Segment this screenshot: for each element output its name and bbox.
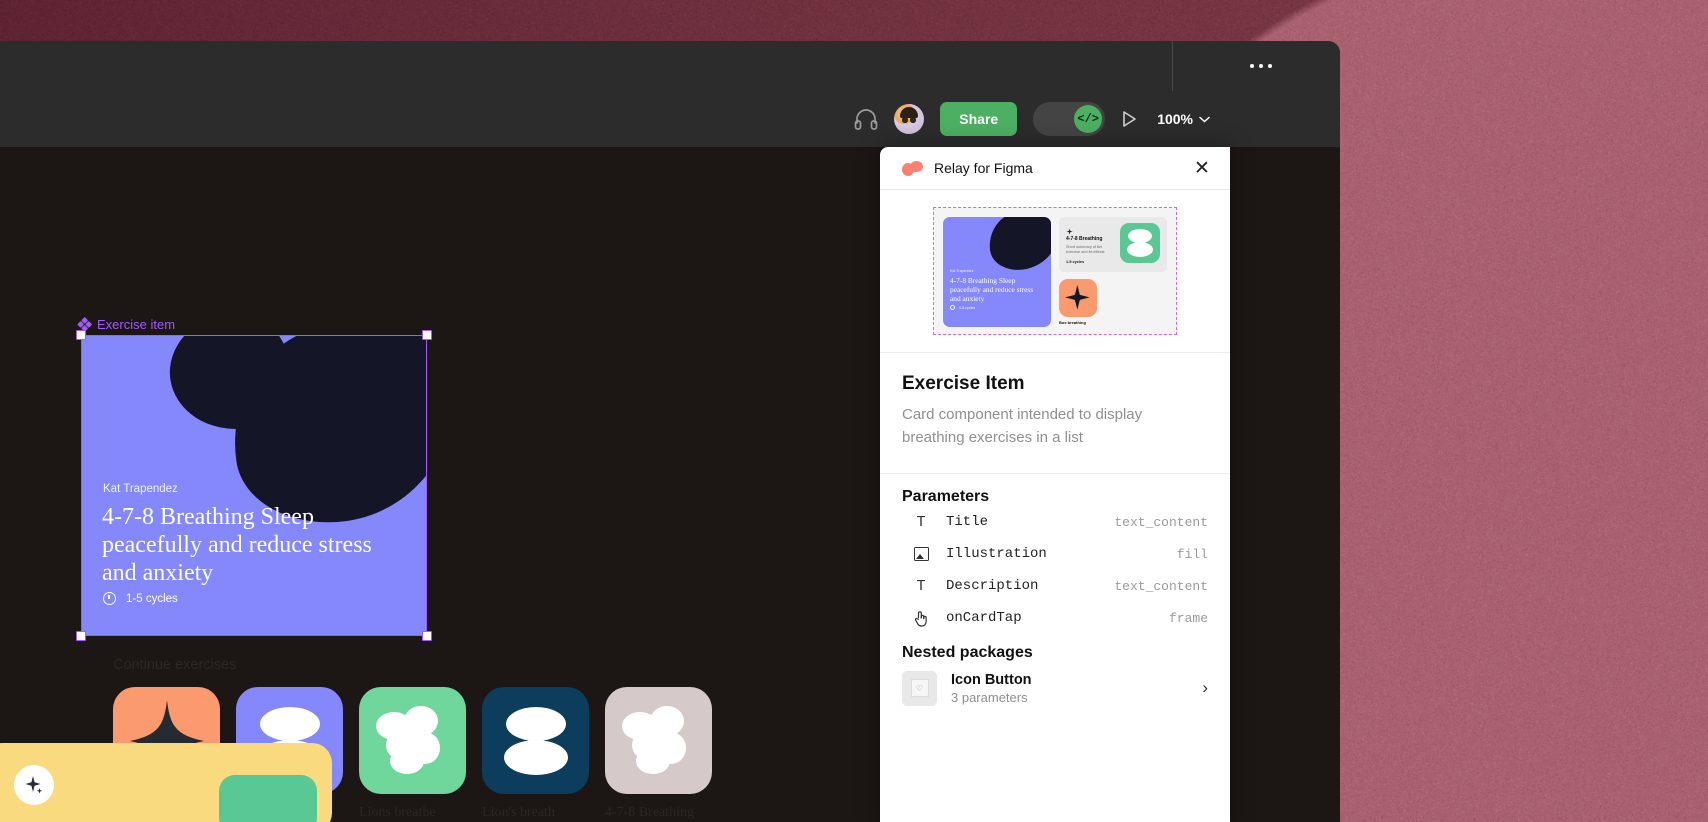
ellipsis-icon[interactable]: [1182, 41, 1340, 91]
preview-card-headline: 4-7-8 Breathing Sleep peacefully and red…: [950, 276, 1044, 303]
preview-right-column: 4-7-8 Breathing Short summary of the exe…: [1059, 217, 1167, 325]
resize-handle-bottom-left[interactable]: [76, 631, 86, 641]
code-brackets-icon: </>: [1074, 105, 1102, 133]
dev-mode-toggle[interactable]: </>: [1033, 102, 1105, 136]
clock-icon: [103, 592, 116, 605]
card-meta: 1-5 cycles: [103, 592, 178, 605]
tap-icon: [910, 610, 932, 627]
preview-icon-label: Box breathing: [1059, 320, 1167, 325]
nested-packages-section: Nested packages ♡ Icon Button 3 parameters…: [880, 634, 1230, 714]
nested-package-list: ♡ Icon Button 3 parameters ›: [902, 662, 1208, 714]
nested-package-subtitle: 3 parameters: [951, 690, 1188, 705]
text-icon: T: [910, 578, 932, 595]
nested-packages-heading: Nested packages: [902, 644, 1208, 662]
parameter-row[interactable]: Illustration fill: [902, 538, 1208, 570]
exercise-thumbnail[interactable]: [482, 687, 589, 794]
preview-exercise-card: Kat Trapendez 4-7-8 Breathing Sleep peac…: [943, 217, 1051, 327]
exercise-list-item[interactable]: Lions breathe: [359, 687, 466, 822]
nested-package-thumbnail: ♡: [902, 671, 937, 706]
component-preview[interactable]: Kat Trapendez 4-7-8 Breathing Sleep peac…: [880, 190, 1230, 352]
selection-label[interactable]: Exercise item: [78, 317, 175, 332]
heart-icon: ♡: [911, 679, 929, 697]
parameter-name: onCardTap: [946, 610, 1169, 626]
figma-toolbar: Share </> 100%: [0, 91, 1340, 147]
parameters-section: Parameters T Title text_content Illustratio…: [880, 473, 1230, 634]
resize-handle-top-left[interactable]: [76, 330, 86, 340]
preview-icon-thumbnail: [1059, 279, 1097, 317]
nested-package-name: Icon Button: [951, 672, 1188, 688]
parameter-type: text_content: [1114, 579, 1208, 594]
avatar[interactable]: [894, 104, 924, 134]
preview-frame: Kat Trapendez 4-7-8 Breathing Sleep peac…: [933, 207, 1177, 335]
resize-handle-top-right[interactable]: [422, 330, 432, 340]
parameter-list: T Title text_content Illustration fill T Descr…: [902, 506, 1208, 634]
component-description: Card component intended to display breat…: [902, 403, 1184, 449]
parameter-name: Illustration: [946, 546, 1177, 562]
card-meta-label: 1-5 cycles: [126, 593, 178, 605]
selection-label-text: Exercise item: [97, 317, 175, 332]
nested-package-item[interactable]: ♡ Icon Button 3 parameters ›: [902, 662, 1208, 714]
text-icon: T: [910, 514, 932, 531]
relay-plugin-panel: Relay for Figma ✕ Kat Trapendez 4-7-8 Br…: [880, 147, 1230, 822]
continue-exercises-title: Continue exercises: [113, 657, 236, 673]
headphones-icon[interactable]: [854, 108, 878, 130]
relay-logo-icon: [902, 161, 923, 176]
yellow-card-accent: [219, 775, 317, 822]
preview-row-description: Short summary of the exercise and its ef…: [1066, 245, 1114, 255]
exercise-card-selection-frame[interactable]: Kat Trapendez 4-7-8 Breathing Sleep peac…: [82, 336, 426, 635]
parameter-type: fill: [1177, 547, 1208, 562]
titlebar-divider: [1172, 41, 1173, 91]
exercise-thumbnail[interactable]: [359, 687, 466, 794]
parameters-heading: Parameters: [902, 488, 1208, 506]
exercise-label: Lion's breath: [482, 804, 589, 821]
preview-row-thumbnail: [1120, 223, 1160, 263]
component-title: Exercise Item: [902, 373, 1208, 395]
preview-card-author: Kat Trapendez: [950, 269, 973, 273]
card-author: Kat Trapendez: [103, 483, 178, 495]
panel-title: Relay for Figma: [934, 160, 1189, 176]
parameter-name: Description: [946, 578, 1114, 594]
exercise-list-item[interactable]: Lion's breath: [482, 687, 589, 822]
chevron-down-icon: [1199, 116, 1210, 123]
share-button-label: Share: [959, 111, 998, 127]
card-headline: 4-7-8 Breathing Sleep peacefully and red…: [102, 503, 408, 587]
yellow-card[interactable]: [0, 743, 332, 822]
play-icon[interactable]: [1121, 110, 1137, 128]
parameter-name: Title: [946, 514, 1114, 530]
parameter-row[interactable]: T Title text_content: [902, 506, 1208, 538]
parameter-type: frame: [1169, 611, 1208, 626]
exercise-label: 4-7-8 Breathing: [605, 804, 712, 821]
preview-list-row: 4-7-8 Breathing Short summary of the exe…: [1059, 217, 1167, 272]
parameter-row[interactable]: onCardTap frame: [902, 602, 1208, 634]
panel-header: Relay for Figma ✕: [880, 147, 1230, 190]
close-icon[interactable]: ✕: [1189, 155, 1215, 181]
sparkle-icon: [1066, 223, 1074, 231]
preview-card-meta-label: 1-5 cycles: [959, 306, 975, 310]
preview-icon-block: Box breathing: [1059, 279, 1167, 325]
preview-card-meta: 1-5 cycles: [950, 305, 975, 310]
share-button[interactable]: Share: [940, 102, 1017, 136]
parameter-row[interactable]: T Description text_content: [902, 570, 1208, 602]
resize-handle-bottom-right[interactable]: [422, 631, 432, 641]
sparkle-icon: [14, 765, 54, 805]
preview-row-meta: 1-5 cycles: [1066, 260, 1114, 264]
image-icon: [910, 547, 932, 561]
parameter-type: text_content: [1114, 515, 1208, 530]
component-info: Exercise Item Card component intended to…: [880, 352, 1230, 473]
preview-card-illustration: [985, 217, 1051, 274]
exercise-label: Lions breathe: [359, 804, 466, 821]
preview-row-title: 4-7-8 Breathing: [1066, 236, 1114, 242]
nested-package-text: Icon Button 3 parameters: [951, 672, 1188, 705]
exercise-card[interactable]: Kat Trapendez 4-7-8 Breathing Sleep peac…: [82, 336, 426, 635]
zoom-level-label: 100%: [1157, 111, 1193, 127]
window-titlebar: [0, 41, 1340, 91]
exercise-thumbnail[interactable]: [605, 687, 712, 794]
exercise-list-item[interactable]: 4-7-8 Breathing: [605, 687, 712, 822]
zoom-control[interactable]: 100%: [1157, 111, 1210, 127]
chevron-right-icon[interactable]: ›: [1202, 678, 1208, 698]
